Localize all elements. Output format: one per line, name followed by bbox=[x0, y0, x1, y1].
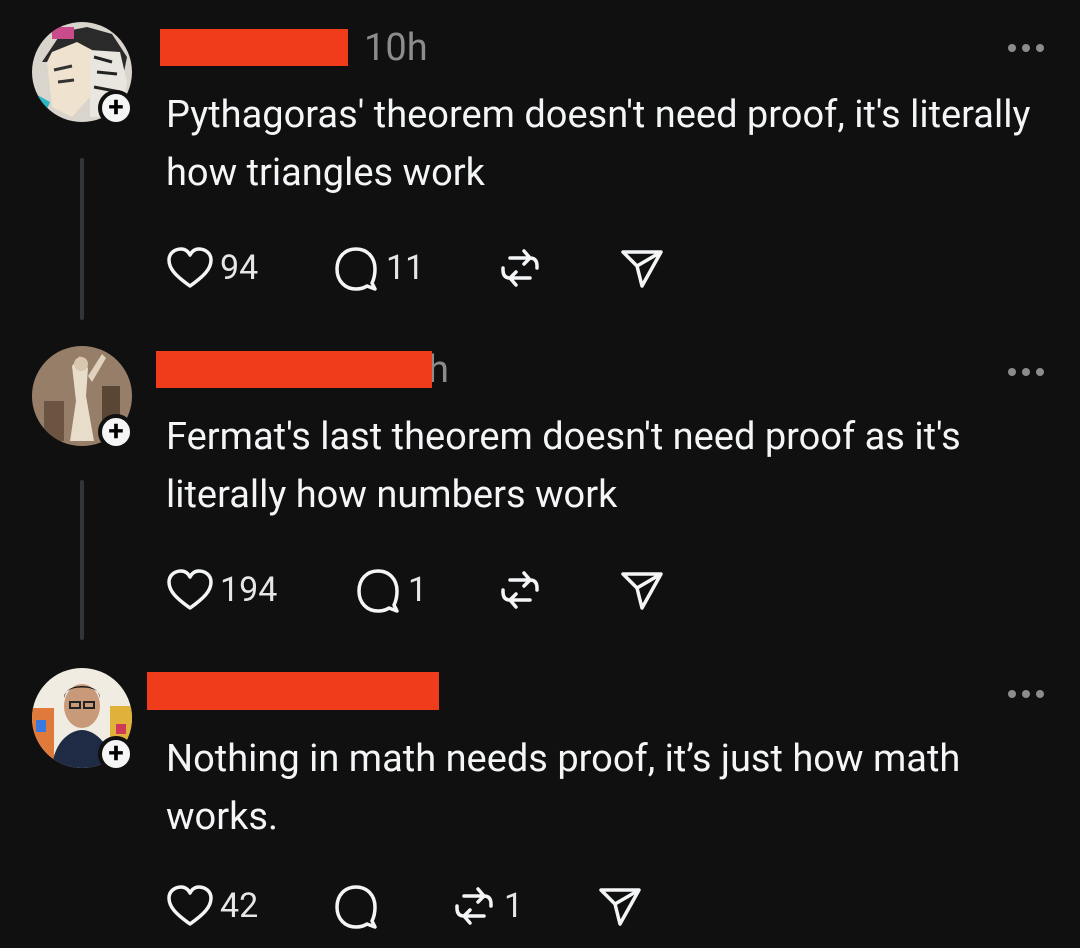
post-text: Fermat's last theorem doesn't need proof… bbox=[166, 415, 961, 517]
like-count: 94 bbox=[220, 248, 259, 288]
post-actions: 94 11 bbox=[166, 244, 766, 292]
post-text: Pythagoras' theorem doesn't need proof, … bbox=[166, 93, 1031, 195]
share-button[interactable] bbox=[596, 882, 644, 930]
more-icon[interactable] bbox=[1008, 690, 1044, 698]
repost-button[interactable] bbox=[496, 244, 550, 292]
follow-plus-icon[interactable]: + bbox=[98, 414, 134, 450]
repost-icon bbox=[455, 887, 493, 925]
redacted-username bbox=[160, 29, 348, 66]
more-icon[interactable] bbox=[1008, 368, 1044, 376]
reply-count: 11 bbox=[386, 248, 425, 288]
repost-icon bbox=[501, 571, 539, 609]
reply-button[interactable]: 1 bbox=[354, 566, 427, 614]
share-button[interactable] bbox=[618, 244, 666, 292]
more-icon[interactable] bbox=[1008, 44, 1044, 52]
reply-button[interactable]: 11 bbox=[332, 244, 424, 292]
like-button[interactable]: 42 bbox=[166, 882, 258, 930]
heart-icon bbox=[167, 885, 213, 926]
comment-icon bbox=[335, 885, 377, 929]
post-1[interactable]: + 10h Pythagoras' theorem doesn't need p… bbox=[0, 0, 1080, 320]
like-button[interactable]: 94 bbox=[166, 244, 258, 292]
repost-icon bbox=[501, 249, 539, 287]
heart-icon bbox=[167, 569, 213, 610]
repost-count: 1 bbox=[504, 886, 524, 926]
comment-icon bbox=[335, 247, 377, 291]
reply-count: 1 bbox=[408, 570, 428, 610]
redacted-username bbox=[147, 672, 439, 710]
thread-line bbox=[80, 480, 84, 640]
repost-button[interactable]: 1 bbox=[450, 882, 523, 930]
like-count: 194 bbox=[220, 570, 278, 610]
post-2[interactable]: + h Fermat's last theorem doesn't need p… bbox=[0, 320, 1080, 640]
follow-plus-icon[interactable]: + bbox=[98, 90, 134, 126]
follow-plus-icon[interactable]: + bbox=[98, 736, 134, 772]
heart-icon bbox=[167, 247, 213, 288]
post-actions: 42 1 bbox=[166, 882, 766, 930]
reply-button[interactable] bbox=[332, 882, 386, 930]
share-icon bbox=[599, 888, 641, 926]
like-count: 42 bbox=[220, 886, 259, 926]
comment-icon bbox=[357, 569, 399, 613]
post-3[interactable]: + Nothing in math needs proof, it’s just… bbox=[0, 640, 1080, 948]
post-time: 10h bbox=[364, 26, 428, 70]
thread-line bbox=[80, 158, 84, 320]
post-actions: 194 1 bbox=[166, 566, 766, 614]
like-button[interactable]: 194 bbox=[166, 566, 277, 614]
share-icon bbox=[621, 572, 663, 610]
share-button[interactable] bbox=[618, 566, 666, 614]
repost-button[interactable] bbox=[496, 566, 550, 614]
post-text: Nothing in math needs proof, it’s just h… bbox=[166, 737, 961, 839]
redacted-username bbox=[156, 351, 432, 388]
thread-feed: + 10h Pythagoras' theorem doesn't need p… bbox=[0, 0, 1080, 948]
share-icon bbox=[621, 250, 663, 288]
